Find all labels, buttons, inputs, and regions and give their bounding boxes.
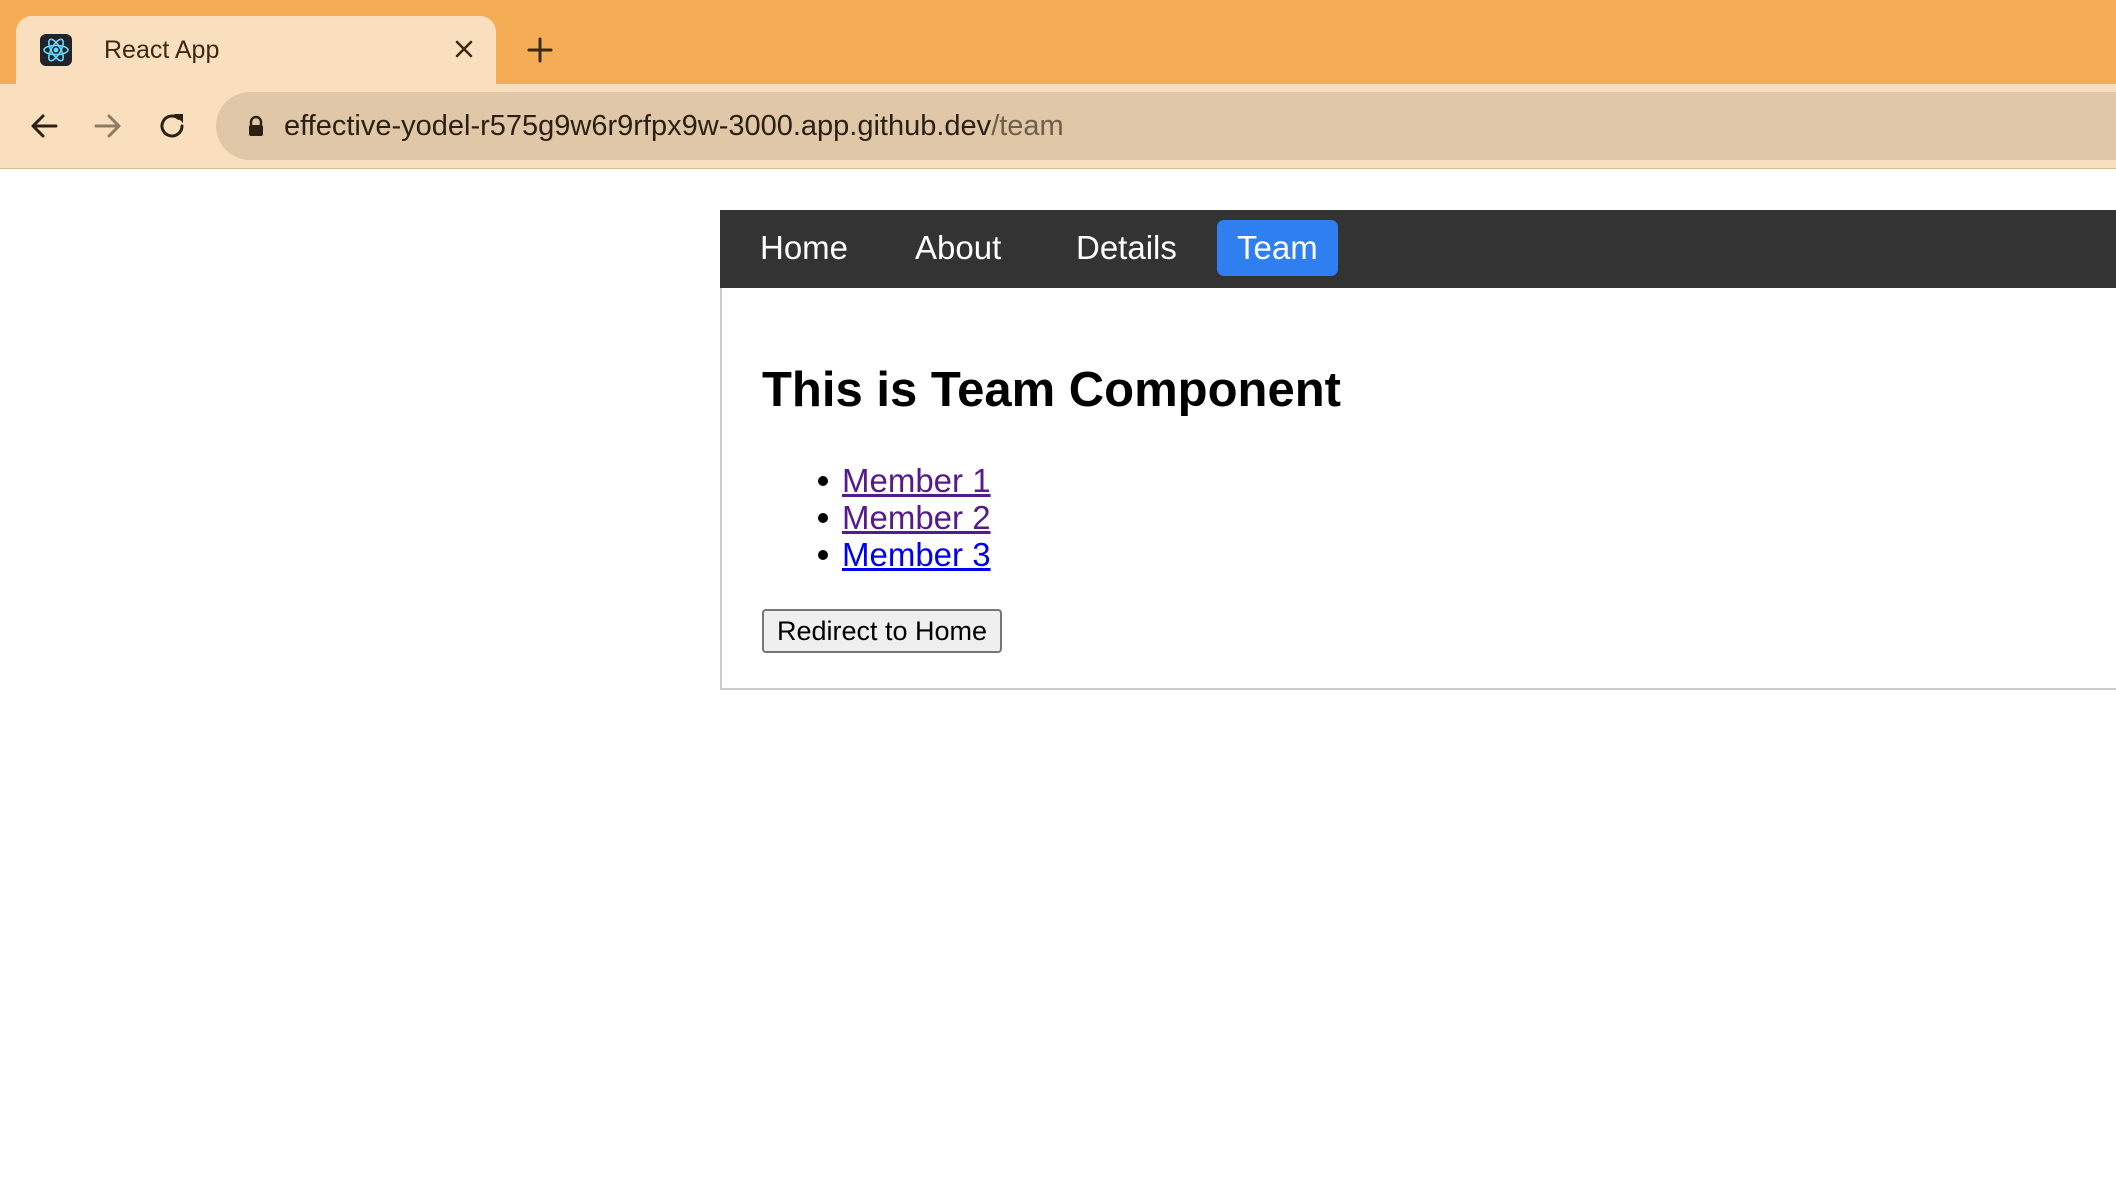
browser-tab[interactable]: React App <box>16 16 496 84</box>
url-path: /team <box>991 110 1064 142</box>
close-icon[interactable] <box>446 31 482 67</box>
tab-title: React App <box>104 36 220 64</box>
list-bullet <box>818 513 828 523</box>
reload-icon[interactable] <box>150 104 194 148</box>
address-bar[interactable]: effective-yodel-r575g9w6r9rfpx9w-3000.ap… <box>216 92 2116 160</box>
list-bullet <box>818 550 828 560</box>
lock-icon[interactable] <box>244 114 268 138</box>
list-item: Member 3 <box>818 536 991 573</box>
list-item: Member 1 <box>818 462 991 499</box>
url-host: effective-yodel-r575g9w6r9rfpx9w-3000.ap… <box>284 110 992 142</box>
list-bullet <box>818 476 828 486</box>
react-icon <box>40 34 72 66</box>
nav-link-home[interactable]: Home <box>740 220 868 276</box>
app-container: Home About Details Team This is Team Com… <box>720 210 2116 690</box>
nav-link-about[interactable]: About <box>895 220 1021 276</box>
redirect-to-home-button[interactable]: Redirect to Home <box>762 609 1002 653</box>
browser-toolbar: effective-yodel-r575g9w6r9rfpx9w-3000.ap… <box>0 84 2116 169</box>
member-link-1[interactable]: Member 1 <box>842 462 991 499</box>
url-text[interactable]: effective-yodel-r575g9w6r9rfpx9w-3000.ap… <box>284 92 1064 160</box>
list-item: Member 2 <box>818 499 991 536</box>
page-title: This is Team Component <box>762 363 1341 417</box>
plus-icon[interactable] <box>516 28 564 72</box>
member-list: Member 1 Member 2 Member 3 <box>762 462 991 573</box>
arrow-left-icon[interactable] <box>22 104 66 148</box>
member-link-2[interactable]: Member 2 <box>842 499 991 536</box>
member-link-3[interactable]: Member 3 <box>842 536 991 573</box>
navbar: Home About Details Team <box>720 210 2116 288</box>
arrow-right-icon[interactable] <box>86 104 130 148</box>
tab-strip: React App <box>0 0 2116 84</box>
nav-link-team[interactable]: Team <box>1217 220 1338 276</box>
nav-link-details[interactable]: Details <box>1056 220 1197 276</box>
